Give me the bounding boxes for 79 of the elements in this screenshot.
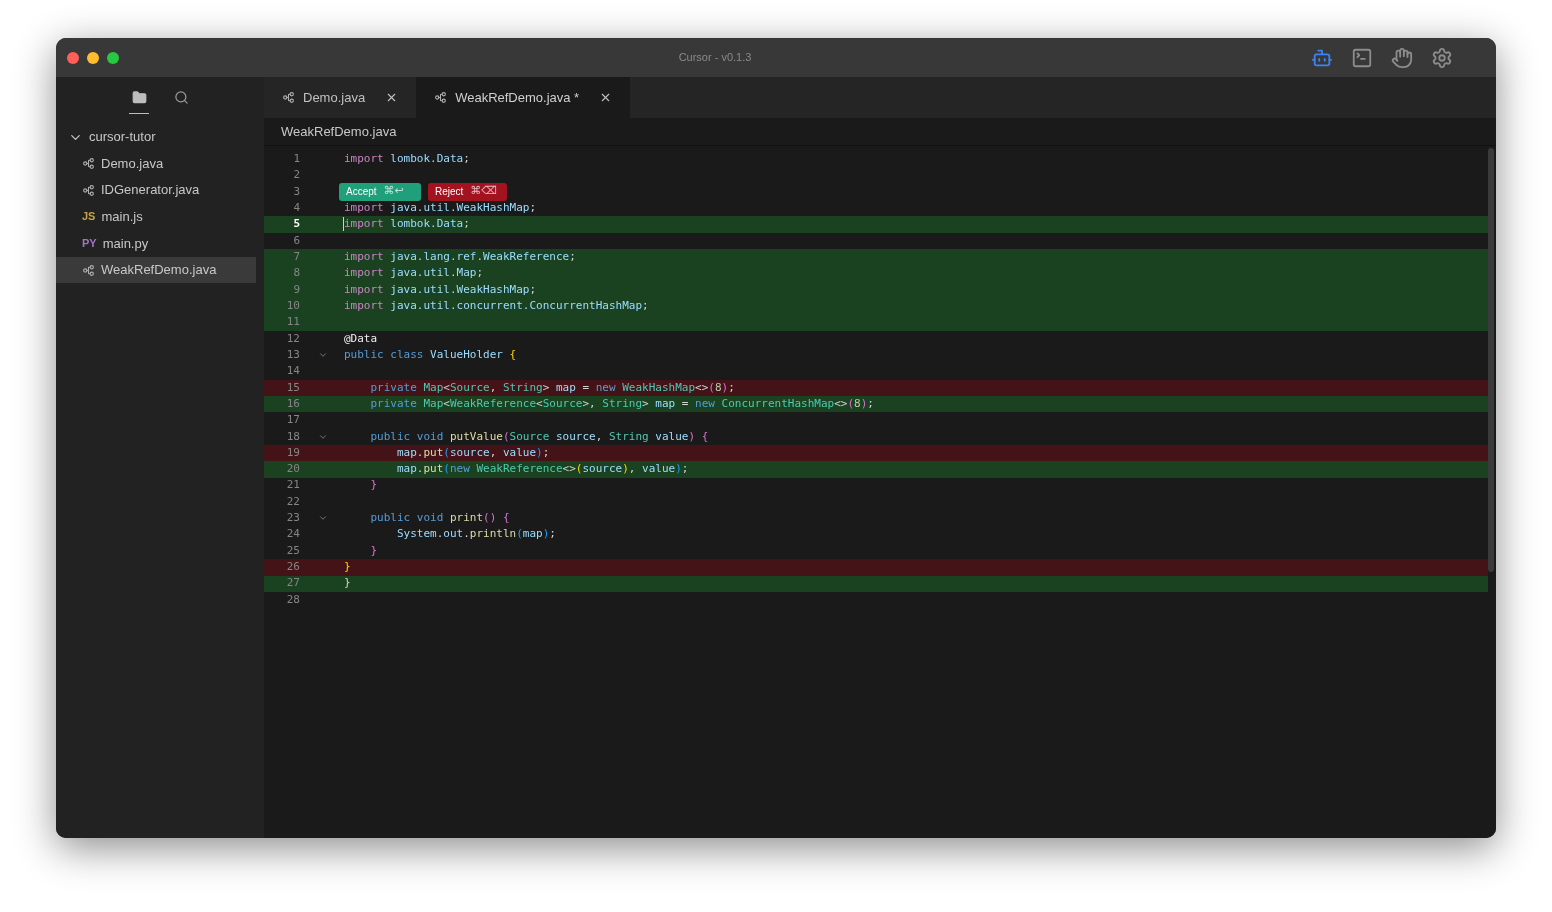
line-number: 5: [292, 216, 300, 233]
close-window-button[interactable]: [67, 51, 79, 64]
maximize-window-button[interactable]: [107, 51, 119, 64]
code-line: import java.util.WeakHashMap;: [344, 199, 537, 216]
line-number: 20: [285, 461, 300, 478]
code-line: }: [344, 575, 351, 592]
code-line: import java.util.Map;: [344, 265, 484, 282]
code-line: private Map<Source, String> map = new WeakHashMap<>(8);: [369, 379, 735, 396]
code-line: import java.util.concurrent.ConcurrentHashMap;: [344, 297, 649, 314]
file-item[interactable]: WeakRefDemo.java: [56, 256, 256, 284]
minimize-window-button[interactable]: [87, 51, 99, 64]
file-type-label: PY: [82, 236, 97, 252]
line-number: 26: [285, 559, 300, 576]
code-line: }: [369, 542, 378, 559]
code-line: map.put(new WeakReference<>(source), value);: [395, 461, 689, 478]
line-number: 17: [285, 412, 300, 429]
line-number: 1: [292, 150, 300, 167]
editor-tab[interactable]: WeakRefDemo.java *: [416, 77, 631, 118]
reject-button[interactable]: Reject ⌘⌫: [428, 182, 507, 201]
line-number: 22: [285, 493, 300, 510]
line-number: 28: [285, 591, 300, 608]
code-line: }: [369, 477, 378, 494]
line-number: 19: [285, 444, 300, 461]
line-number: 21: [285, 477, 300, 494]
code-line: import lombok.Data;: [344, 150, 470, 167]
window-title: Cursor - v0.1.3: [678, 50, 752, 66]
shortcut-label: ⌘⌫: [470, 183, 497, 200]
line-number: 13: [285, 346, 300, 363]
code-line: import java.lang.ref.WeakReference;: [344, 248, 576, 265]
line-number: 9: [292, 281, 300, 298]
code-line: }: [344, 559, 351, 576]
line-number: 12: [285, 330, 300, 347]
terminal-icon: [1351, 46, 1373, 69]
line-number: 24: [285, 526, 300, 543]
shortcut-label: ⌘↩: [383, 183, 404, 200]
code-line: public void print() {: [369, 510, 510, 527]
hand-icon: [1391, 46, 1413, 69]
line-number: 7: [292, 248, 300, 265]
file-item[interactable]: IDGenerator.java: [56, 176, 256, 204]
line-number: 16: [285, 395, 300, 412]
folder-row[interactable]: cursor-tutor: [56, 124, 256, 150]
file-item[interactable]: PY main.py: [56, 230, 256, 257]
settings-icon: [1431, 46, 1453, 69]
terminal-toolbar-button[interactable]: [1351, 46, 1373, 69]
code-line: System.out.println(map);: [395, 526, 556, 543]
folder-icon: [131, 89, 147, 105]
file-item[interactable]: Demo.java: [56, 150, 256, 177]
line-number: 15: [285, 379, 300, 396]
line-number: 23: [285, 510, 300, 527]
line-number: 2: [292, 167, 300, 184]
line-number: 18: [285, 428, 300, 445]
line-number: 3: [292, 183, 300, 200]
code-line: private Map<WeakReference<Source>, String> map = new ConcurrentHashMap<>(8);: [369, 395, 874, 412]
code-line: @Data: [344, 330, 378, 347]
branch-icon: [82, 263, 95, 277]
search-icon: [173, 89, 189, 105]
line-number: 4: [292, 199, 300, 216]
code-line: map.put(source, value);: [395, 444, 550, 461]
file-type-label: JS: [82, 209, 96, 225]
line-number: 8: [292, 265, 300, 282]
gear-toolbar-button[interactable]: [1431, 46, 1453, 69]
text-cursor: [343, 217, 344, 232]
code-line: import java.util.WeakHashMap;: [344, 281, 537, 298]
code-line: public class ValueHolder {: [344, 346, 517, 363]
line-number: 14: [285, 363, 300, 380]
branch-icon: [434, 91, 448, 104]
code-line: public void putValue(Source source, String value) {: [369, 428, 709, 445]
branch-icon: [282, 91, 295, 104]
line-number: 25: [285, 542, 300, 559]
hand-toolbar-button[interactable]: [1391, 46, 1413, 69]
branch-icon: [82, 156, 95, 170]
line-number: 10: [285, 297, 300, 314]
line-number: 27: [285, 575, 300, 592]
breadcrumb: WeakRefDemo.java: [281, 122, 397, 141]
file-item[interactable]: JS main.js: [56, 203, 256, 231]
branch-icon: [82, 183, 95, 197]
code-line: import lombok.Data;: [344, 216, 470, 233]
line-number: 11: [285, 314, 300, 331]
line-number: 6: [292, 232, 300, 249]
